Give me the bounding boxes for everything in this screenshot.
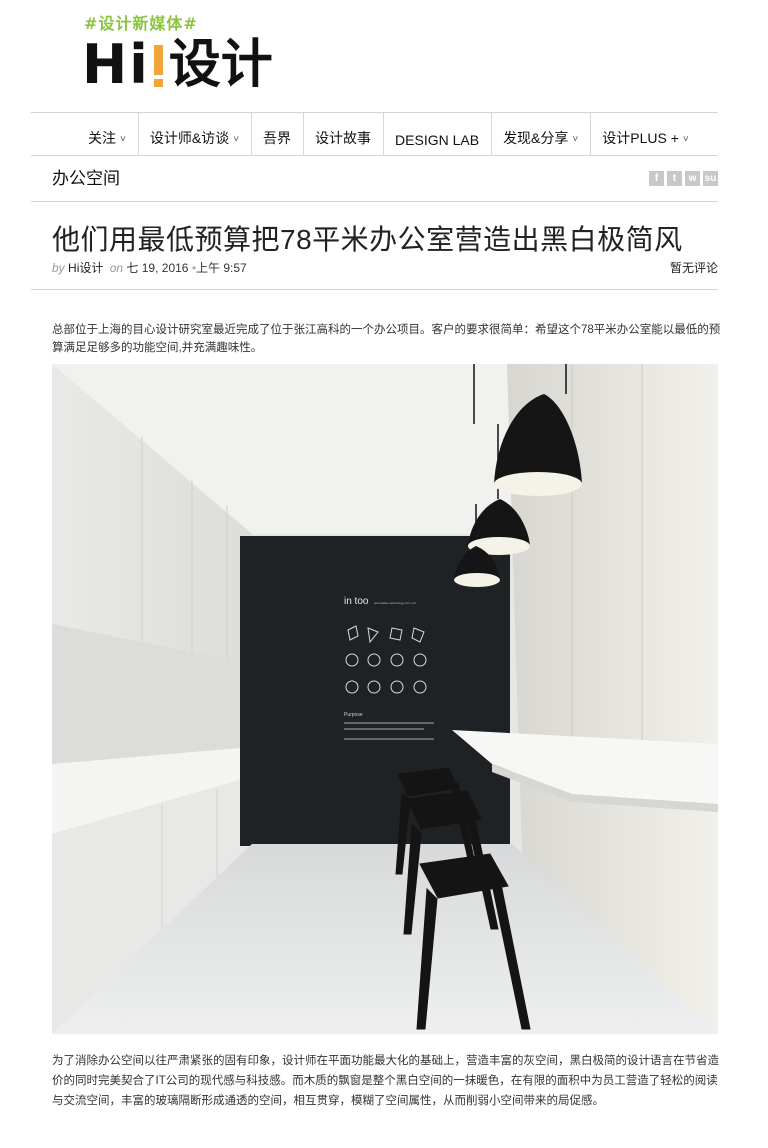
article-title: 他们用最低预算把78平米办公室营造出黑白极简风 (52, 224, 683, 255)
article-body: 为了消除办公空间以往严肃紧张的固有印象，设计师在平面功能最大化的基础上，营造丰富… (52, 1055, 719, 1107)
chevron-down-icon: ˅ (120, 134, 126, 145)
nav-item-5[interactable]: 发现&分享 ˅ (491, 113, 590, 155)
nav-item-label: 设计故事 (315, 130, 372, 146)
site-tagline: #设计新媒体# (84, 14, 198, 33)
weibo-icon[interactable]: w (685, 171, 700, 186)
nav-item-label: DESIGN LAB (395, 132, 480, 148)
nav-item-label: 发现&分享 (503, 130, 569, 146)
logo-exclamation-mark (153, 43, 163, 87)
meta-divider (31, 289, 718, 290)
social-share-icons: f t w su (649, 171, 718, 186)
article-meta: by Hi设计 on 七 19, 2016 •上午 9:57 (52, 259, 247, 276)
chevron-down-icon: ˅ (572, 134, 579, 145)
chevron-down-icon: ˅ (233, 134, 240, 145)
meta-on: on (109, 261, 124, 275)
nav-bottom-divider (31, 155, 718, 156)
comments-link[interactable]: 暂无评论 (670, 259, 718, 276)
meta-by: by (52, 261, 65, 275)
nav-item-label: 设计师&访谈 (149, 130, 230, 146)
nav-item-label: 关注 (88, 130, 116, 146)
facebook-icon[interactable]: f (649, 171, 664, 186)
logo-hi-text: Hi (82, 33, 150, 96)
nav-item-label: 吾界 (263, 130, 292, 146)
article-intro: 总部位于上海的目心设计研究室最近完成了位于张江高科的一个办公项目。客户的要求很简… (52, 324, 721, 354)
nav-item-1[interactable]: 设计师&访谈 ˅ (137, 113, 251, 155)
main-nav: 关注 ˅ 设计师&访谈 ˅ 吾界 设计故事 DESIGN LAB 发现&分享 ˅ 设计PLUS +… (76, 113, 701, 155)
publish-time: 上午 9:57 (196, 261, 247, 275)
nav-item-0[interactable]: 关注 ˅ (76, 113, 138, 155)
photo-wall-caption: Purpose (344, 712, 363, 718)
nav-item-2[interactable]: 吾界 (251, 113, 303, 155)
nav-item-3[interactable]: 设计故事 (303, 113, 383, 155)
nav-item-6[interactable]: 设计PLUS + ˅ (590, 113, 700, 155)
category-label[interactable]: 办公空间 (52, 164, 120, 189)
photo-wall-brand: in too (344, 596, 369, 607)
nav-item-4[interactable]: DESIGN LAB (383, 113, 491, 155)
author-link[interactable]: Hi设计 (68, 261, 103, 275)
article-photo: in too automation technology CO.,Ltd Pur… (52, 364, 718, 1034)
twitter-icon[interactable]: t (667, 171, 682, 186)
publish-date: 七 19, 2016 (126, 261, 189, 275)
photo-wall-sub: automation technology CO.,Ltd (374, 601, 416, 605)
logo-cn-text: 设计 (168, 35, 273, 95)
stumbleupon-icon[interactable]: su (703, 171, 718, 186)
nav-item-label: 设计PLUS + (602, 130, 679, 146)
section-divider (31, 201, 718, 202)
site-logo[interactable]: Hi 设计 (82, 33, 273, 97)
chevron-down-icon: ˅ (682, 134, 689, 145)
